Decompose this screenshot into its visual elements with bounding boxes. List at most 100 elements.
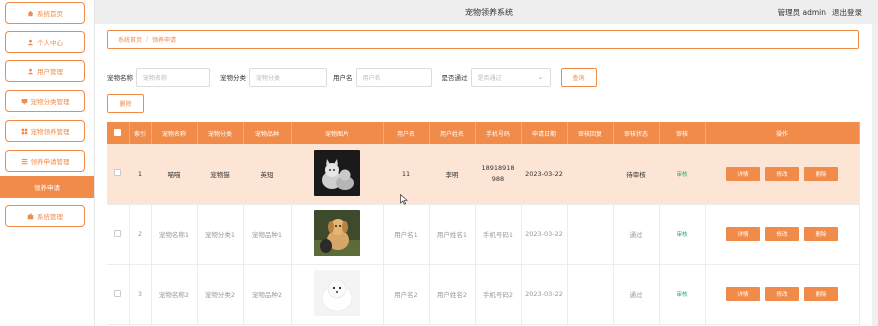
main-content: 系统首页 / 领养申请 宠物名称 宠物名称 宠物分类 宠物分类 用户名 用户名 … <box>95 24 878 326</box>
ops-cell: 详情 修改 删除 <box>705 204 860 265</box>
select-all-header[interactable] <box>107 122 130 144</box>
pet-image-cell <box>291 144 384 205</box>
sidebar-item-label: 宠物分类管理 <box>30 98 70 106</box>
table-header-row: 索引 宠物名称 宠物分类 宠物品种 宠物图片 用户名 用户姓名 手机号码 申请日… <box>107 122 860 144</box>
sidebar-item-application-manage[interactable]: 领养申请管理 <box>5 150 85 172</box>
ops-cell: 详情 修改 删除 <box>705 144 860 205</box>
query-button[interactable]: 查询 <box>560 67 597 87</box>
delete-button[interactable]: 删除 <box>804 227 838 241</box>
pet-name-cell: 喵喵 <box>151 144 198 205</box>
pet-image-cell <box>291 264 384 325</box>
phone-cell: 手机号码1 <box>475 204 522 265</box>
col-header: 申请日期 <box>521 122 568 144</box>
audit-link[interactable]: 审核 <box>676 292 687 298</box>
sidebar-item-users[interactable]: 用户管理 <box>5 60 85 82</box>
col-header: 审核 <box>659 122 706 144</box>
batch-delete-button[interactable]: 删除 <box>107 94 144 113</box>
scrollbar[interactable] <box>872 24 878 326</box>
row-checkbox[interactable] <box>114 169 122 177</box>
col-header: 宠物分类 <box>197 122 244 144</box>
realname-cell: 李明 <box>429 144 476 205</box>
table-row[interactable]: 1 喵喵 宠物猫 英短 11 李明 18918918988 2023-03-22… <box>107 144 860 205</box>
col-header: 宠物图片 <box>291 122 384 144</box>
audit-link[interactable]: 审核 <box>676 232 687 238</box>
col-header: 手机号码 <box>475 122 522 144</box>
breadcrumb-current: 领养申请 <box>152 37 177 44</box>
sidebar-item-pet-adoption[interactable]: 宠物领养管理 <box>5 120 85 142</box>
table-row[interactable]: 2 宠物名称1 宠物分类1 宠物品种1 用户名1 用户姓名1 手机号码1 202… <box>107 204 860 265</box>
breadcrumb-home[interactable]: 系统首页 <box>118 35 142 44</box>
pet-category-input[interactable]: 宠物分类 <box>249 67 327 87</box>
edit-button[interactable]: 修改 <box>765 287 799 301</box>
audit-cell: 审核 <box>659 204 706 265</box>
pet-category-cell: 宠物猫 <box>197 144 244 205</box>
logout-link[interactable]: 退出登录 <box>832 8 862 17</box>
sidebar-item-system[interactable]: 系统管理 <box>5 205 85 227</box>
username-input[interactable]: 用户名 <box>355 67 432 87</box>
pomeranian-photo <box>314 270 360 316</box>
table-row[interactable]: 3 宠物名称2 宠物分类2 宠物品种2 用户名2 用户姓名2 手机号码2 202… <box>107 264 860 325</box>
reply-cell <box>567 264 614 325</box>
edit-button[interactable]: 修改 <box>765 227 799 241</box>
sidebar: 系统首页 个人中心 用户管理 宠物分类管理 宠物领养管理 领养申请管理 领养申请… <box>0 0 95 326</box>
cat-photo <box>314 149 360 196</box>
delete-button[interactable]: 删除 <box>804 287 838 301</box>
sidebar-item-pet-category[interactable]: 宠物分类管理 <box>5 90 85 112</box>
detail-button[interactable]: 详情 <box>726 166 760 181</box>
audit-cell: 审核 <box>659 144 706 205</box>
person-icon <box>27 39 34 45</box>
sidebar-item-label: 系统首页 <box>37 10 63 18</box>
pet-name-cell: 宠物名称1 <box>151 204 198 265</box>
sidebar-item-profile[interactable]: 个人中心 <box>5 31 85 53</box>
sidebar-item-application[interactable]: 领养申请 <box>0 176 94 198</box>
person-icon <box>27 68 34 74</box>
row-checkbox-cell[interactable] <box>107 204 130 265</box>
date-cell: 2023-03-22 <box>521 264 568 325</box>
col-header: 操作 <box>705 122 860 144</box>
pass-select[interactable]: 是否通过 ⌄ <box>470 67 551 87</box>
row-checkbox-cell[interactable] <box>107 144 130 205</box>
date-cell: 2023-03-22 <box>521 144 568 205</box>
sidebar-item-label: 系统管理 <box>37 213 63 221</box>
row-checkbox-cell[interactable] <box>107 264 130 325</box>
monitor-icon <box>21 98 27 104</box>
mouse-cursor-icon <box>400 194 408 205</box>
username-cell: 用户名2 <box>383 264 430 325</box>
username-label: 用户名 <box>333 74 353 82</box>
detail-button[interactable]: 详情 <box>726 287 760 301</box>
col-header: 索引 <box>129 122 152 144</box>
col-header: 用户姓名 <box>429 122 476 144</box>
dog-photo <box>314 210 360 256</box>
pet-breed-cell: 宠物品种2 <box>243 264 292 325</box>
realname-cell: 用户姓名1 <box>429 204 476 265</box>
pet-breed-cell: 宠物品种1 <box>243 204 292 265</box>
audit-link[interactable]: 审核 <box>676 172 687 178</box>
audit-cell: 审核 <box>659 264 706 325</box>
edit-button[interactable]: 修改 <box>765 166 799 181</box>
admin-label: 管理员 admin <box>777 8 826 17</box>
username-cell: 用户名1 <box>383 204 430 265</box>
sidebar-item-label: 领养申请 <box>34 184 60 192</box>
col-header: 审核回复 <box>567 122 614 144</box>
row-checkbox[interactable] <box>114 289 122 297</box>
index-cell: 1 <box>129 144 152 205</box>
pet-category-cell: 宠物分类1 <box>197 204 244 265</box>
realname-cell: 用户姓名2 <box>429 264 476 325</box>
delete-button[interactable]: 删除 <box>804 166 838 181</box>
sidebar-item-home[interactable]: 系统首页 <box>5 2 85 24</box>
top-header: 宠物领养系统 管理员 admin 退出登录 <box>95 0 878 24</box>
pass-label: 是否通过 <box>441 74 468 82</box>
col-header: 宠物名称 <box>151 122 198 144</box>
row-checkbox[interactable] <box>114 229 122 237</box>
select-all-checkbox[interactable] <box>114 128 122 136</box>
user-area: 管理员 admin 退出登录 <box>778 7 862 18</box>
status-cell: 通过 <box>613 204 660 265</box>
breadcrumb: 系统首页 / 领养申请 <box>107 30 859 49</box>
index-cell: 2 <box>129 204 152 265</box>
sidebar-item-label: 个人中心 <box>37 39 63 47</box>
phone-cell: 手机号码2 <box>475 264 522 325</box>
pet-name-input[interactable]: 宠物名称 <box>136 67 210 87</box>
application-table: 索引 宠物名称 宠物分类 宠物品种 宠物图片 用户名 用户姓名 手机号码 申请日… <box>107 122 860 325</box>
detail-button[interactable]: 详情 <box>726 227 760 241</box>
breadcrumb-separator: / <box>146 36 149 43</box>
